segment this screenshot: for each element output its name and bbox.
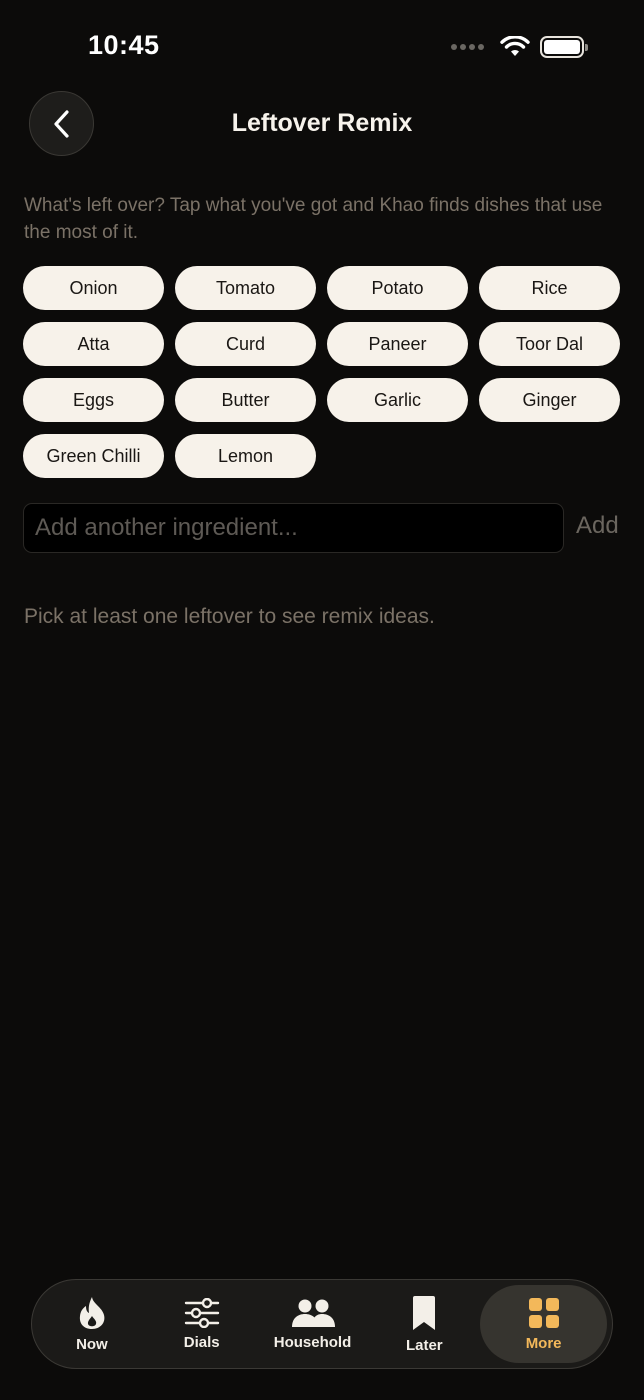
tab-more[interactable]: More (480, 1285, 607, 1363)
ingredient-chip-atta[interactable]: Atta (23, 322, 164, 366)
people-icon (291, 1299, 335, 1327)
ingredient-chip-eggs[interactable]: Eggs (23, 378, 164, 422)
tab-household-label: Household (273, 1333, 352, 1351)
page-title: Leftover Remix (231, 109, 413, 137)
ingredient-chip-curd[interactable]: Curd (175, 322, 316, 366)
ingredient-chip-garlic[interactable]: Garlic (327, 378, 468, 422)
tab-now-label: Now (76, 1335, 108, 1353)
ingredient-chip-tomato[interactable]: Tomato (175, 266, 316, 310)
ingredient-chip-rice[interactable]: Rice (479, 266, 620, 310)
ingredient-chip-butter[interactable]: Butter (175, 378, 316, 422)
status-indicators (451, 36, 588, 58)
add-ingredient-input[interactable] (23, 503, 564, 553)
tab-household[interactable]: Household (257, 1285, 369, 1363)
ingredient-chip-lemon[interactable]: Lemon (175, 434, 316, 478)
wifi-icon (500, 36, 530, 56)
tab-later[interactable]: Later (368, 1285, 480, 1363)
flame-icon (79, 1296, 105, 1329)
status-time: 10:45 (88, 30, 160, 60)
bottom-tab-bar: Now Dials Household Later More (31, 1279, 613, 1369)
cellular-signal-icon (451, 44, 484, 50)
add-ingredient-button[interactable]: Add (576, 512, 619, 540)
ingredient-chip-paneer[interactable]: Paneer (327, 322, 468, 366)
empty-state-hint: Pick at least one leftover to see remix … (24, 605, 435, 628)
intro-text: What's left over? Tap what you've got an… (24, 195, 603, 243)
ingredient-chip-potato[interactable]: Potato (327, 266, 468, 310)
leftover-remix-screen: 10:45 Leftover Remix What's left over? T… (0, 0, 644, 1400)
bookmark-icon (413, 1295, 436, 1330)
ingredient-chip-onion[interactable]: Onion (23, 266, 164, 310)
grid-icon (528, 1297, 559, 1328)
tab-dials[interactable]: Dials (147, 1285, 257, 1363)
tab-later-label: Later (405, 1336, 443, 1354)
sliders-icon (184, 1297, 219, 1328)
ingredient-chip-toor-dal[interactable]: Toor Dal (479, 322, 620, 366)
tab-more-label: More (525, 1334, 562, 1352)
battery-icon (540, 36, 588, 58)
ingredient-chip-ginger[interactable]: Ginger (479, 378, 620, 422)
ingredient-chip-green-chilli[interactable]: Green Chilli (23, 434, 164, 478)
tab-dials-label: Dials (183, 1333, 220, 1351)
tab-now[interactable]: Now (37, 1285, 147, 1363)
ingredient-chip-grid: Onion Tomato Potato Rice Atta Curd Panee… (23, 266, 623, 478)
